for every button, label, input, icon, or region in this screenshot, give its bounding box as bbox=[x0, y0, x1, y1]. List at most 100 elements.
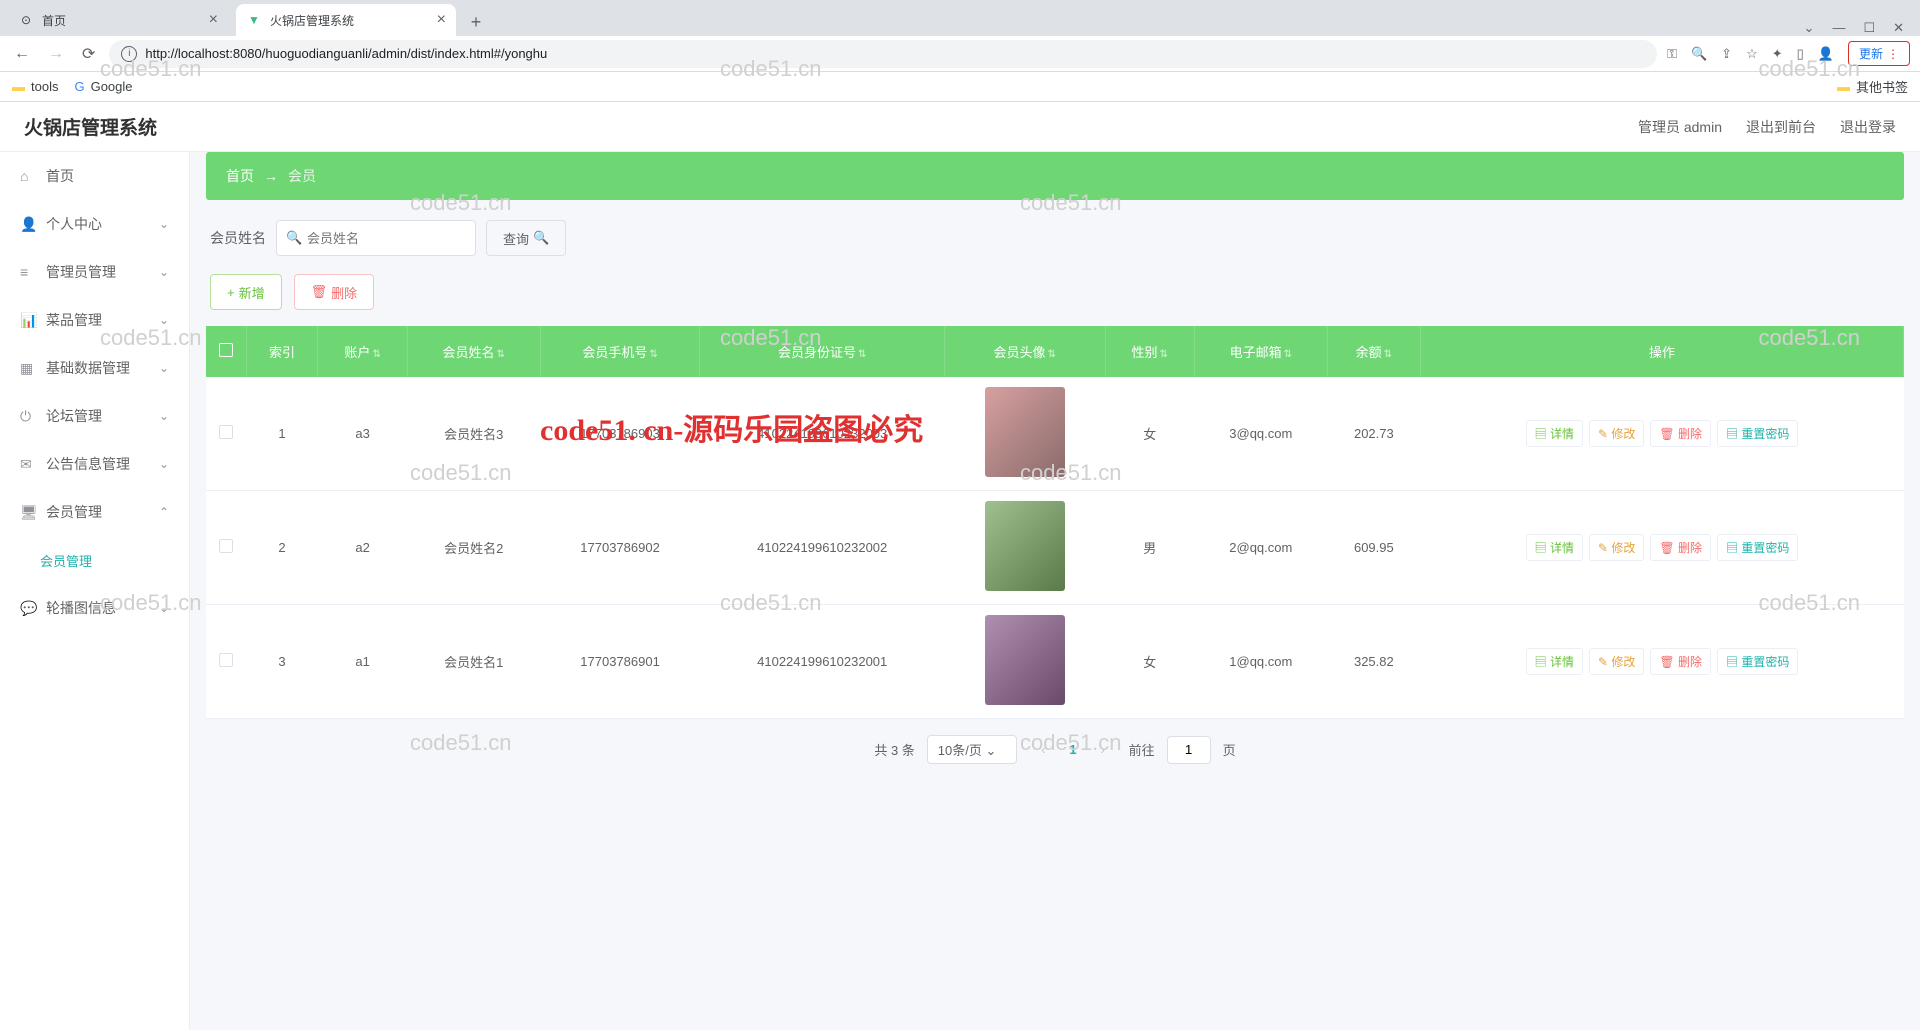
sidebar-item-3[interactable]: 📊菜品管理⌄ bbox=[0, 296, 189, 344]
sort-icon: ⇅ bbox=[858, 349, 866, 360]
goto-page-input[interactable] bbox=[1167, 736, 1211, 764]
sidebar-item-8[interactable]: 会员管理 bbox=[0, 536, 189, 584]
detail-button[interactable]: ▤ 详情 bbox=[1526, 534, 1583, 561]
menu-label: 公告信息管理 bbox=[46, 454, 130, 474]
row-checkbox[interactable] bbox=[219, 539, 233, 553]
search-input[interactable] bbox=[276, 220, 476, 256]
col-header-4[interactable]: 会员手机号⇅ bbox=[540, 326, 700, 377]
add-button[interactable]: + 新增 bbox=[210, 274, 282, 310]
col-header-1[interactable]: 索引 bbox=[246, 326, 318, 377]
sidebar-item-7[interactable]: 🖥会员管理⌃ bbox=[0, 488, 189, 536]
browser-tab-1[interactable]: ▼ 火锅店管理系统 × bbox=[236, 4, 456, 36]
delete-button[interactable]: 🗑 删除 bbox=[294, 274, 375, 310]
exit-to-front[interactable]: 退出到前台 bbox=[1746, 117, 1816, 137]
reset-password-button[interactable]: ▤ 重置密码 bbox=[1717, 420, 1798, 447]
row-checkbox[interactable] bbox=[219, 653, 233, 667]
col-header-0[interactable] bbox=[206, 326, 246, 377]
forward-icon[interactable]: → bbox=[44, 41, 68, 67]
breadcrumb-arrow: → bbox=[264, 168, 278, 184]
edit-button[interactable]: ✎ 修改 bbox=[1589, 534, 1644, 561]
chevron-icon: ⌄ bbox=[159, 409, 169, 423]
cell-phone: 17703786903 bbox=[540, 377, 700, 491]
back-icon[interactable]: ← bbox=[10, 41, 34, 67]
admin-label[interactable]: 管理员 admin bbox=[1638, 117, 1722, 137]
col-header-6[interactable]: 会员头像⇅ bbox=[944, 326, 1105, 377]
maximize-icon[interactable]: ☐ bbox=[1863, 20, 1875, 36]
bookmark-google[interactable]: GGoogle bbox=[74, 79, 132, 94]
page-number-current[interactable]: 1 bbox=[1069, 742, 1076, 757]
next-page-button[interactable]: › bbox=[1089, 736, 1117, 764]
reload-icon[interactable]: ⟳ bbox=[78, 40, 99, 68]
bookmark-tools[interactable]: ▬tools bbox=[12, 79, 58, 94]
url-input[interactable]: i http://localhost:8080/huoguodianguanli… bbox=[109, 40, 1657, 68]
minimize-icon[interactable]: — bbox=[1832, 20, 1845, 36]
cell-account: a1 bbox=[318, 605, 407, 719]
col-header-10[interactable]: 操作 bbox=[1421, 326, 1904, 377]
update-button[interactable]: 更新 ⋮ bbox=[1848, 41, 1910, 66]
edit-button[interactable]: ✎ 修改 bbox=[1589, 420, 1644, 447]
sort-icon: ⇅ bbox=[1048, 349, 1056, 360]
menu-label: 会员管理 bbox=[46, 502, 102, 522]
reset-password-button[interactable]: ▤ 重置密码 bbox=[1717, 534, 1798, 561]
cell-balance: 325.82 bbox=[1327, 605, 1420, 719]
sidebar-item-5[interactable]: ⏻论坛管理⌄ bbox=[0, 392, 189, 440]
cell-avatar bbox=[944, 377, 1105, 491]
sidebar-item-9[interactable]: 💬轮播图信息⌄ bbox=[0, 584, 189, 632]
main-content: 首页 → 会员 会员姓名 🔍 查询 🔍 + 新增 🗑 删除 索引账户⇅会员姓名⇅… bbox=[190, 102, 1920, 1030]
col-header-7[interactable]: 性别⇅ bbox=[1105, 326, 1194, 377]
detail-button[interactable]: ▤ 详情 bbox=[1526, 648, 1583, 675]
tab-close-0[interactable]: × bbox=[209, 11, 218, 29]
col-header-2[interactable]: 账户⇅ bbox=[318, 326, 407, 377]
cell-avatar bbox=[944, 605, 1105, 719]
zoom-icon[interactable]: 🔍 bbox=[1691, 46, 1707, 62]
page-size-select[interactable]: 10条/页 ⌄ bbox=[927, 735, 1018, 764]
sidebar-item-6[interactable]: ✉公告信息管理⌄ bbox=[0, 440, 189, 488]
search-button[interactable]: 查询 🔍 bbox=[486, 220, 566, 256]
row-delete-button[interactable]: 🗑 删除 bbox=[1650, 648, 1711, 675]
menu-icon: ⏻ bbox=[20, 408, 36, 425]
select-all-checkbox[interactable] bbox=[219, 343, 233, 357]
row-actions: ▤ 详情✎ 修改🗑 删除▤ 重置密码 bbox=[1429, 648, 1896, 675]
menu-icon: ⌂ bbox=[20, 168, 36, 184]
bookmark-star-icon[interactable]: ☆ bbox=[1746, 46, 1758, 62]
tab-title-0: 首页 bbox=[42, 12, 66, 29]
col-header-8[interactable]: 电子邮箱⇅ bbox=[1194, 326, 1327, 377]
sidebar-item-2[interactable]: ≡管理员管理⌄ bbox=[0, 248, 189, 296]
sidebar-item-1[interactable]: 👤个人中心⌄ bbox=[0, 200, 189, 248]
row-delete-button[interactable]: 🗑 删除 bbox=[1650, 534, 1711, 561]
sidepanel-icon[interactable]: ▯ bbox=[1797, 46, 1804, 62]
share-icon[interactable]: ⇪ bbox=[1721, 46, 1732, 62]
row-delete-button[interactable]: 🗑 删除 bbox=[1650, 420, 1711, 447]
browser-tab-0[interactable]: ⊙ 首页 × bbox=[8, 4, 228, 36]
detail-button[interactable]: ▤ 详情 bbox=[1526, 420, 1583, 447]
breadcrumb-home[interactable]: 首页 bbox=[226, 166, 254, 186]
row-checkbox[interactable] bbox=[219, 425, 233, 439]
new-tab-button[interactable]: + bbox=[462, 8, 490, 36]
avatar-image bbox=[985, 615, 1065, 705]
row-actions: ▤ 详情✎ 修改🗑 删除▤ 重置密码 bbox=[1429, 534, 1896, 561]
cell-gender: 女 bbox=[1105, 377, 1194, 491]
col-header-5[interactable]: 会员身份证号⇅ bbox=[700, 326, 944, 377]
menu-icon: 🖥 bbox=[20, 504, 36, 521]
col-header-3[interactable]: 会员姓名⇅ bbox=[407, 326, 540, 377]
chevron-icon: ⌄ bbox=[159, 265, 169, 279]
other-bookmarks[interactable]: ▬其他书签 bbox=[1837, 77, 1908, 96]
url-text: http://localhost:8080/huoguodianguanli/a… bbox=[145, 46, 547, 61]
col-header-9[interactable]: 余额⇅ bbox=[1327, 326, 1420, 377]
chevron-icon: ⌄ bbox=[159, 313, 169, 327]
logout-link[interactable]: 退出登录 bbox=[1840, 117, 1896, 137]
goto-label-pre: 前往 bbox=[1129, 740, 1155, 759]
tab-close-1[interactable]: × bbox=[437, 11, 446, 29]
sidebar-item-4[interactable]: ▦基础数据管理⌄ bbox=[0, 344, 189, 392]
edit-button[interactable]: ✎ 修改 bbox=[1589, 648, 1644, 675]
profile-icon[interactable]: 👤 bbox=[1818, 46, 1834, 62]
chevron-down-icon[interactable]: ⌄ bbox=[1804, 20, 1815, 36]
close-window-icon[interactable]: ✕ bbox=[1893, 20, 1904, 36]
sidebar-item-0[interactable]: ⌂首页 bbox=[0, 152, 189, 200]
reset-password-button[interactable]: ▤ 重置密码 bbox=[1717, 648, 1798, 675]
extensions-icon[interactable]: ✦ bbox=[1772, 46, 1783, 62]
cell-avatar bbox=[944, 491, 1105, 605]
prev-page-button[interactable]: ‹ bbox=[1029, 736, 1057, 764]
site-info-icon[interactable]: i bbox=[121, 46, 137, 62]
key-icon[interactable]: ⚿ bbox=[1667, 46, 1677, 62]
